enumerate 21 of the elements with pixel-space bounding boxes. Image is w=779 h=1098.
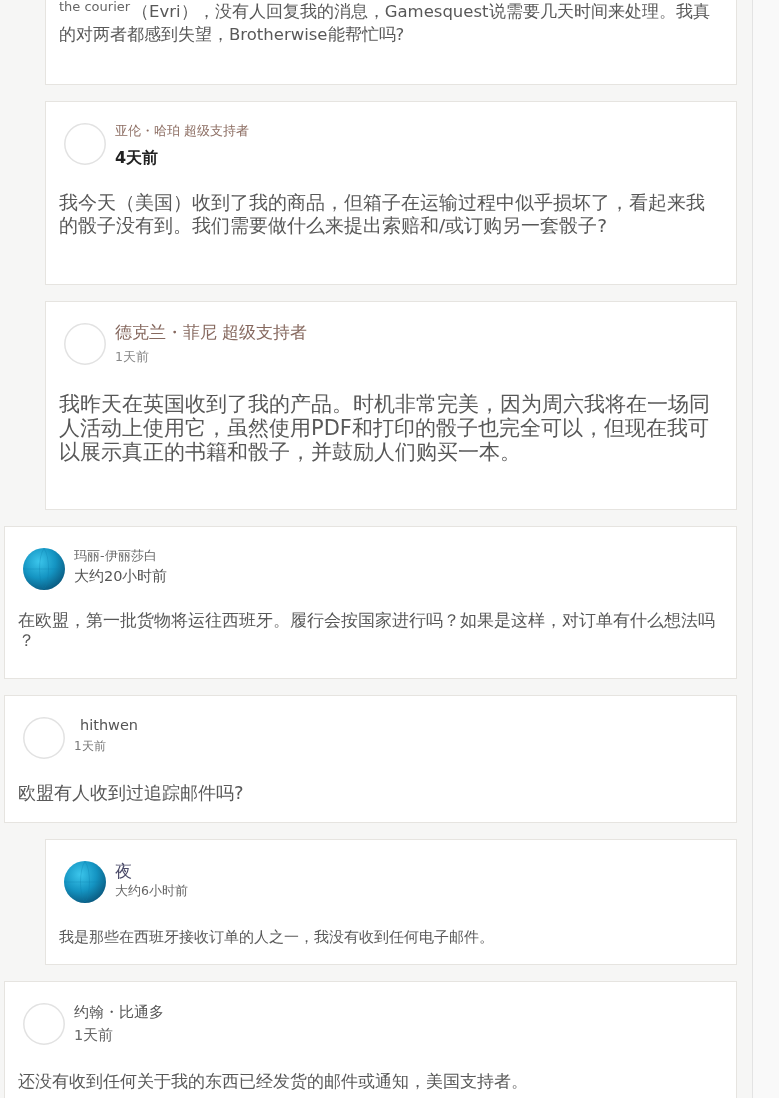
author-name: 约翰・比通多 [74, 1003, 164, 1021]
supporter-label: 超级支持者 [183, 123, 249, 138]
comment-text: 欧盟有人收到过追踪邮件吗? [18, 782, 245, 804]
supporter-label: 超级支持者 [221, 323, 307, 343]
comment-time: 大约6小时前 [115, 883, 188, 899]
comment-time: 1天前 [74, 739, 106, 754]
author-name: 亚伦・哈珀 [115, 123, 180, 138]
comment-time: 1天前 [115, 348, 149, 364]
author-name: 夜 [115, 861, 132, 882]
comment-time: 4天前 [115, 148, 159, 168]
comment-text: 我今天（美国）收到了我的商品，但箱子在运输过程中似乎损坏了，看起来我的骰子没有到。我们需要做什么来提出索赔和/或订购另一套骰子? [59, 191, 706, 237]
author-name: 玛丽-伊丽莎白 [74, 548, 157, 563]
comment-text: 我昨天在英国收到了我的产品。时机非常完美，因为周六我将在一场同人活动上使用它，虽然使用PDF和打印的骰子也完全可以，但现在我可以展示真正的书籍和骰子，并鼓励人们购买一本。 [59, 392, 711, 464]
comment-time: 1天前 [74, 1027, 114, 1045]
author-name: hithwen [79, 717, 139, 735]
author-name: 德克兰・菲尼 [115, 323, 217, 343]
comment-time: 大约20小时前 [74, 568, 168, 586]
comment-text: 还没有收到任何关于我的东西已经发货的邮件或通知，美国支持者。 [18, 1071, 529, 1093]
comment-text: 我是那些在西班牙接收订单的人之一，我没有收到任何电子邮件。 [59, 928, 495, 947]
comment-text: $^{the courier}$（Evri），没有人回复我的消息，Gamesquest说需要几天时间来处理。我真的对两者都感到失望，Brotherwise能帮忙吗? [59, 0, 711, 46]
comment-text: 在欧盟，第一批货物将运往西班牙。履行会按国家进行吗？如果是这样，对订单有什么想法吗？ [18, 611, 716, 651]
